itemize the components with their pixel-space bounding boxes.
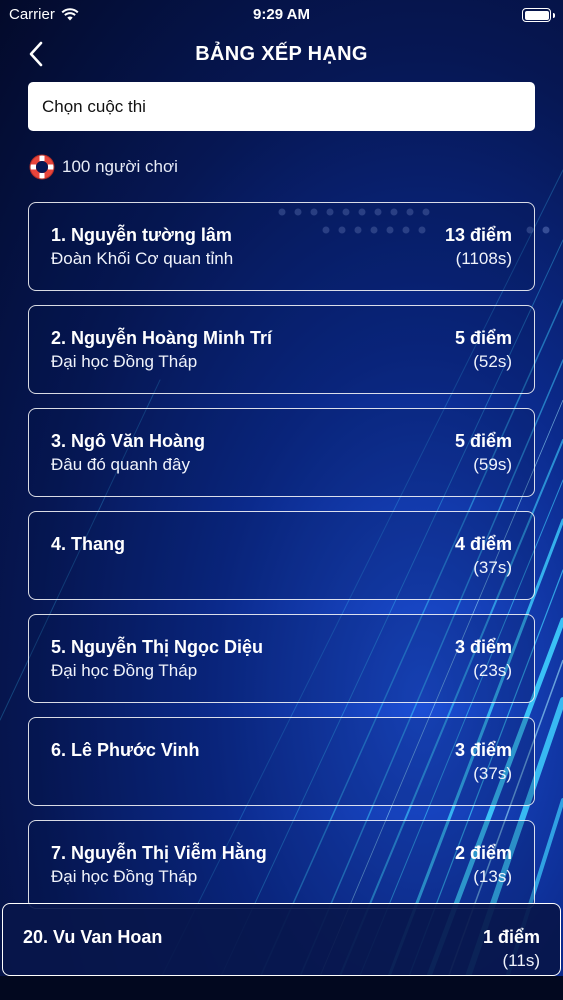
- player-time: (37s): [473, 764, 512, 783]
- player-org: Đại học Đồng Tháp: [51, 352, 198, 371]
- leaderboard-row[interactable]: 5. Nguyễn Thị Ngọc Diệu Đại học Đồng Thá…: [28, 614, 535, 703]
- player-name: 6. Lê Phước Vinh: [51, 740, 200, 760]
- player-time: (23s): [473, 661, 512, 680]
- player-score: 3 điểm: [454, 740, 512, 760]
- leaderboard-row[interactable]: 1. Nguyễn tường lâm Đoàn Khối Cơ quan tỉ…: [28, 202, 535, 291]
- leaderboard-row[interactable]: 3. Ngô Văn Hoàng Đâu đó quanh đây 5 điểm…: [28, 408, 535, 497]
- player-name: 7. Nguyễn Thị Viễm Hằng: [51, 843, 267, 863]
- player-org: Đại học Đồng Tháp: [51, 867, 198, 886]
- leaderboard-row[interactable]: 6. Lê Phước Vinh 3 điểm (37s): [28, 717, 535, 806]
- player-time: (13s): [473, 867, 512, 886]
- player-org: Đại học Đồng Tháp: [51, 661, 198, 680]
- leaderboard-row[interactable]: 2. Nguyễn Hoàng Minh Trí Đại học Đồng Th…: [28, 305, 535, 394]
- player-score: 2 điểm: [454, 843, 512, 863]
- player-org: Đâu đó quanh đây: [51, 455, 190, 474]
- leaderboard-row[interactable]: 4. Thang 4 điểm (37s): [28, 511, 535, 600]
- player-org: Đoàn Khối Cơ quan tỉnh: [51, 249, 234, 268]
- player-time: (1108s): [455, 249, 512, 268]
- current-user-name: 20. Vu Van Hoan: [23, 927, 163, 947]
- player-score: 5 điểm: [454, 431, 512, 451]
- player-score: 5 điểm: [454, 328, 512, 348]
- player-name: 3. Ngô Văn Hoàng: [51, 431, 206, 451]
- player-time: (59s): [473, 455, 512, 474]
- player-score: 3 điểm: [454, 637, 512, 657]
- player-name: 1. Nguyễn tường lâm: [51, 225, 232, 245]
- player-name: 5. Nguyễn Thị Ngọc Diệu: [51, 637, 264, 657]
- player-score: 4 điểm: [454, 534, 512, 554]
- player-time: (52s): [473, 352, 512, 371]
- current-user-time: (11s): [502, 951, 540, 970]
- current-user-score: 1 điểm: [482, 927, 540, 947]
- leaderboard-row[interactable]: 7. Nguyễn Thị Viễm Hằng Đại học Đồng Thá…: [28, 820, 535, 909]
- player-name: 4. Thang: [51, 534, 126, 554]
- player-time: (37s): [473, 558, 512, 577]
- player-score: 13 điểm: [444, 225, 512, 245]
- player-name: 2. Nguyễn Hoàng Minh Trí: [51, 328, 273, 348]
- current-user-row[interactable]: 20. Vu Van Hoan 1 điểm (11s): [2, 903, 561, 976]
- home-indicator-area: [0, 976, 563, 1000]
- leaderboard-list: 1. Nguyễn tường lâm Đoàn Khối Cơ quan tỉ…: [0, 0, 563, 1000]
